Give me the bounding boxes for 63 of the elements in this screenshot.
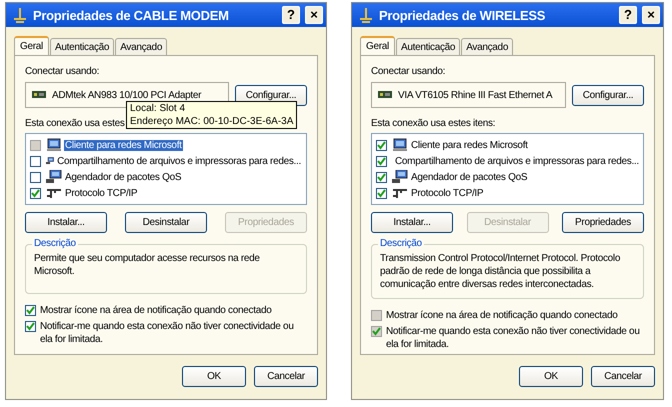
tab[interactable]: Geral bbox=[360, 36, 395, 55]
action-button[interactable]: Propriedades bbox=[562, 212, 644, 233]
network-icon bbox=[358, 7, 374, 23]
network-card-icon bbox=[378, 90, 392, 100]
network-cable-icon bbox=[392, 186, 408, 200]
help-button[interactable]: ? bbox=[282, 6, 300, 24]
tab[interactable]: Autenticação bbox=[50, 38, 114, 55]
configure-button[interactable]: Configurar... bbox=[572, 84, 644, 106]
help-button[interactable]: ? bbox=[619, 6, 637, 24]
checkbox[interactable] bbox=[30, 140, 41, 150]
option-label: Mostrar ícone na área de notificação quando conectado bbox=[40, 304, 272, 317]
network-card-icon bbox=[32, 90, 46, 100]
computer-icon bbox=[46, 138, 62, 152]
dialog-button[interactable]: Cancelar bbox=[591, 366, 655, 387]
tab[interactable]: Autenticação bbox=[396, 38, 460, 55]
option-label: Mostrar ícone na área de notificação quando conectado bbox=[386, 309, 618, 322]
list-item[interactable]: Protocolo TCP/IP bbox=[410, 188, 484, 198]
dialog-button[interactable]: OK bbox=[182, 366, 246, 387]
tooltip: Local: Slot 4 Endereço MAC: 00-10-DC-3E-6A-3A bbox=[126, 101, 298, 129]
items-label: Esta conexão usa estes bbox=[25, 118, 125, 129]
list-item[interactable]: Cliente para redes Microsoft bbox=[410, 140, 529, 150]
items-label: Esta conexão usa estes itens: bbox=[371, 118, 496, 129]
network-computer-icon bbox=[392, 170, 408, 184]
computer-icon bbox=[392, 138, 408, 152]
action-button[interactable]: Instalar... bbox=[25, 212, 107, 233]
checkbox[interactable] bbox=[376, 140, 387, 150]
network-icon bbox=[12, 7, 28, 23]
checkbox[interactable] bbox=[25, 305, 36, 316]
list-item[interactable]: Cliente para redes Microsoft bbox=[64, 140, 183, 150]
dialog-button[interactable]: Cancelar bbox=[254, 366, 318, 387]
tab[interactable]: Geral bbox=[14, 36, 49, 55]
action-button[interactable]: Instalar... bbox=[371, 212, 453, 233]
tab[interactable]: Avançado bbox=[115, 38, 168, 55]
checkbox[interactable] bbox=[30, 188, 41, 198]
action-button[interactable]: Desinstalar bbox=[125, 212, 207, 233]
list-item[interactable]: Agendador de pacotes QoS bbox=[410, 172, 528, 182]
checkbox[interactable] bbox=[376, 156, 387, 166]
tab[interactable]: Avançado bbox=[461, 38, 514, 55]
close-button[interactable]: × bbox=[642, 6, 660, 24]
close-button[interactable]: × bbox=[305, 6, 323, 24]
checkbox[interactable] bbox=[25, 321, 36, 332]
checkbox[interactable] bbox=[30, 156, 41, 166]
network-computer-icon bbox=[46, 170, 62, 184]
connect-label: Conectar usando: bbox=[371, 66, 446, 77]
group-label: Descrição bbox=[32, 238, 78, 249]
connect-label: Conectar usando: bbox=[25, 66, 100, 77]
group-label: Descrição bbox=[378, 238, 424, 249]
checkbox[interactable] bbox=[30, 172, 41, 182]
list-item[interactable]: Compartilhamento de arquivos e impressoras para redes... bbox=[394, 156, 640, 166]
adapter-field: VIA VT6105 Rhine III Fast Ethernet A bbox=[371, 82, 566, 108]
option-label: Notificar-me quando esta conexão não tiver conectividade ou ela for limitada. bbox=[386, 325, 641, 351]
list-item[interactable]: Protocolo TCP/IP bbox=[64, 188, 138, 198]
option-label: Notificar-me quando esta conexão não tiver conectividade ou ela for limitada. bbox=[40, 320, 295, 346]
description-text: Transmission Control Protocol/Internet Protocol. Protocolo padrão de rede de longa distância que possibilita a comunicação entre diversas redes interconectadas. bbox=[380, 253, 620, 290]
checkbox[interactable] bbox=[376, 188, 387, 198]
network-cable-icon bbox=[46, 186, 62, 200]
window-title: Propriedades de CABLE MODEM bbox=[33, 8, 230, 22]
window-title: Propriedades de WIRELESS bbox=[379, 8, 546, 22]
list-item[interactable]: Agendador de pacotes QoS bbox=[64, 172, 182, 182]
dialog-button[interactable]: OK bbox=[519, 366, 583, 387]
description-text: Permite que seu computador acesse recursos na rede Microsoft. bbox=[34, 253, 260, 277]
checkbox[interactable] bbox=[376, 172, 387, 182]
list-item[interactable]: Compartilhamento de arquivos e impressoras para redes... bbox=[56, 156, 302, 166]
